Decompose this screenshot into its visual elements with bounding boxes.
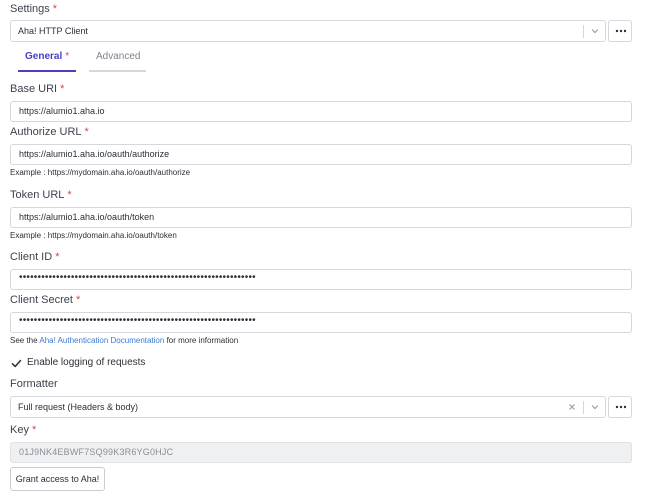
tab-advanced[interactable]: Advanced: [96, 51, 140, 62]
tab-general-label: General: [25, 51, 63, 62]
tab-advanced-label: Advanced: [96, 51, 141, 62]
chevron-down-icon[interactable]: [589, 25, 601, 37]
logging-checkbox[interactable]: [11, 358, 22, 369]
required-mark: *: [75, 294, 81, 306]
auth-docs-link[interactable]: Aha! Authentication Documentation: [39, 336, 164, 345]
tab-advanced-underline: [89, 70, 146, 72]
logging-checkbox-label[interactable]: Enable logging of requests: [27, 357, 145, 368]
token-url-hint: Example : https://mydomain.aha.io/oauth/…: [10, 231, 177, 240]
clear-icon[interactable]: [566, 401, 578, 413]
required-mark: *: [31, 424, 37, 436]
token-url-label: Token URL *: [10, 189, 72, 201]
more-horizontal-icon: [615, 29, 627, 33]
key-value: 01J9NK4EBWF7SQ99K3R6YG0HJC: [19, 447, 174, 457]
required-mark: *: [60, 83, 65, 95]
token-url-input[interactable]: https://alumio1.aha.io/oauth/token: [10, 207, 632, 228]
settings-select[interactable]: Aha! HTTP Client: [10, 20, 606, 42]
select-separator: [583, 25, 584, 38]
client-secret-hint: See the Aha! Authentication Documentatio…: [10, 336, 238, 345]
hint-suffix: for more information: [164, 336, 239, 345]
required-mark: *: [84, 126, 89, 138]
tab-general[interactable]: General *: [25, 51, 69, 62]
hint-prefix: See the: [10, 336, 40, 345]
authorize-url-hint: Example : https://mydomain.aha.io/oauth/…: [10, 168, 191, 177]
base-uri-value: https://alumio1.aha.io: [19, 106, 105, 116]
base-uri-label: Base URI *: [10, 83, 64, 95]
authorize-url-value: https://alumio1.aha.io/oauth/authorize: [19, 149, 170, 159]
key-input: 01J9NK4EBWF7SQ99K3R6YG0HJC: [10, 442, 632, 463]
tab-general-underline: [18, 70, 76, 72]
client-secret-label-text: Client Secret: [10, 294, 73, 306]
token-url-value: https://alumio1.aha.io/oauth/token: [19, 212, 155, 222]
formatter-more-button[interactable]: [608, 396, 632, 418]
required-mark: *: [65, 51, 70, 62]
formatter-select-value: Full request (Headers & body): [18, 402, 139, 412]
base-uri-input[interactable]: https://alumio1.aha.io: [10, 101, 632, 122]
settings-select-value: Aha! HTTP Client: [18, 26, 88, 36]
client-id-label: Client ID *: [10, 251, 59, 263]
client-id-input[interactable]: ••••••••••••••••••••••••••••••••••••••••…: [10, 269, 632, 290]
client-secret-input[interactable]: ••••••••••••••••••••••••••••••••••••••••…: [10, 312, 632, 333]
token-url-label-text: Token URL: [10, 189, 65, 201]
more-horizontal-icon: [615, 405, 627, 409]
grant-access-button[interactable]: Grant access to Aha!: [10, 467, 105, 491]
settings-label: Settings *: [10, 3, 57, 15]
formatter-label: Formatter: [10, 378, 58, 390]
client-secret-value: ••••••••••••••••••••••••••••••••••••••••…: [19, 315, 256, 326]
key-label-text: Key: [10, 424, 29, 436]
client-id-label-text: Client ID: [10, 251, 53, 263]
select-separator: [583, 401, 584, 414]
required-mark: *: [52, 3, 58, 15]
settings-label-text: Settings: [10, 3, 50, 15]
required-mark: *: [67, 189, 72, 201]
client-secret-label: Client Secret *: [10, 294, 80, 306]
client-id-value: ••••••••••••••••••••••••••••••••••••••••…: [19, 272, 256, 283]
authorize-url-input[interactable]: https://alumio1.aha.io/oauth/authorize: [10, 144, 632, 165]
authorize-url-label: Authorize URL *: [10, 126, 89, 138]
settings-more-button[interactable]: [608, 20, 632, 42]
key-label: Key *: [10, 424, 36, 436]
chevron-down-icon[interactable]: [589, 401, 601, 413]
authorize-url-label-text: Authorize URL: [10, 126, 82, 138]
base-uri-label-text: Base URI: [10, 83, 58, 95]
required-mark: *: [55, 251, 60, 263]
formatter-select[interactable]: Full request (Headers & body): [10, 396, 606, 418]
